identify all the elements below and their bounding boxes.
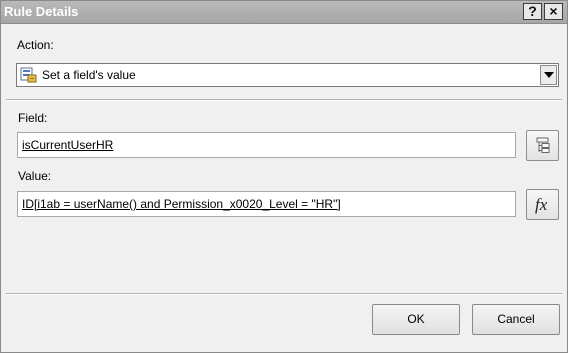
cancel-button[interactable]: Cancel [472,304,560,335]
field-tree-icon [536,137,550,153]
value-label: Value: [18,169,52,183]
field-input[interactable]: isCurrentUserHR [17,132,516,158]
set-field-value-icon [20,67,37,83]
help-button[interactable]: ? [523,3,542,20]
action-label: Action: [17,38,54,52]
divider [6,99,562,101]
ok-button[interactable]: OK [372,304,460,335]
divider [6,293,562,295]
close-button[interactable]: × [544,3,563,20]
formula-icon: fx [535,195,548,214]
action-select-value: Set a field's value [42,68,136,82]
field-label: Field: [18,111,48,125]
action-select[interactable]: Set a field's value [16,63,559,87]
window-title: Rule Details [4,4,79,19]
value-input-value: ID[i1ab = userName() and Permission_x002… [22,197,341,211]
field-input-value: isCurrentUserHR [22,138,114,152]
insert-formula-button[interactable]: fx [526,189,559,220]
title-bar[interactable]: Rule Details ? × [1,1,567,24]
select-field-button[interactable] [526,130,559,161]
chevron-down-icon[interactable] [540,65,557,85]
rule-details-dialog: Rule Details ? × Action: Set a field's v… [0,0,568,353]
value-input[interactable]: ID[i1ab = userName() and Permission_x002… [17,191,516,217]
